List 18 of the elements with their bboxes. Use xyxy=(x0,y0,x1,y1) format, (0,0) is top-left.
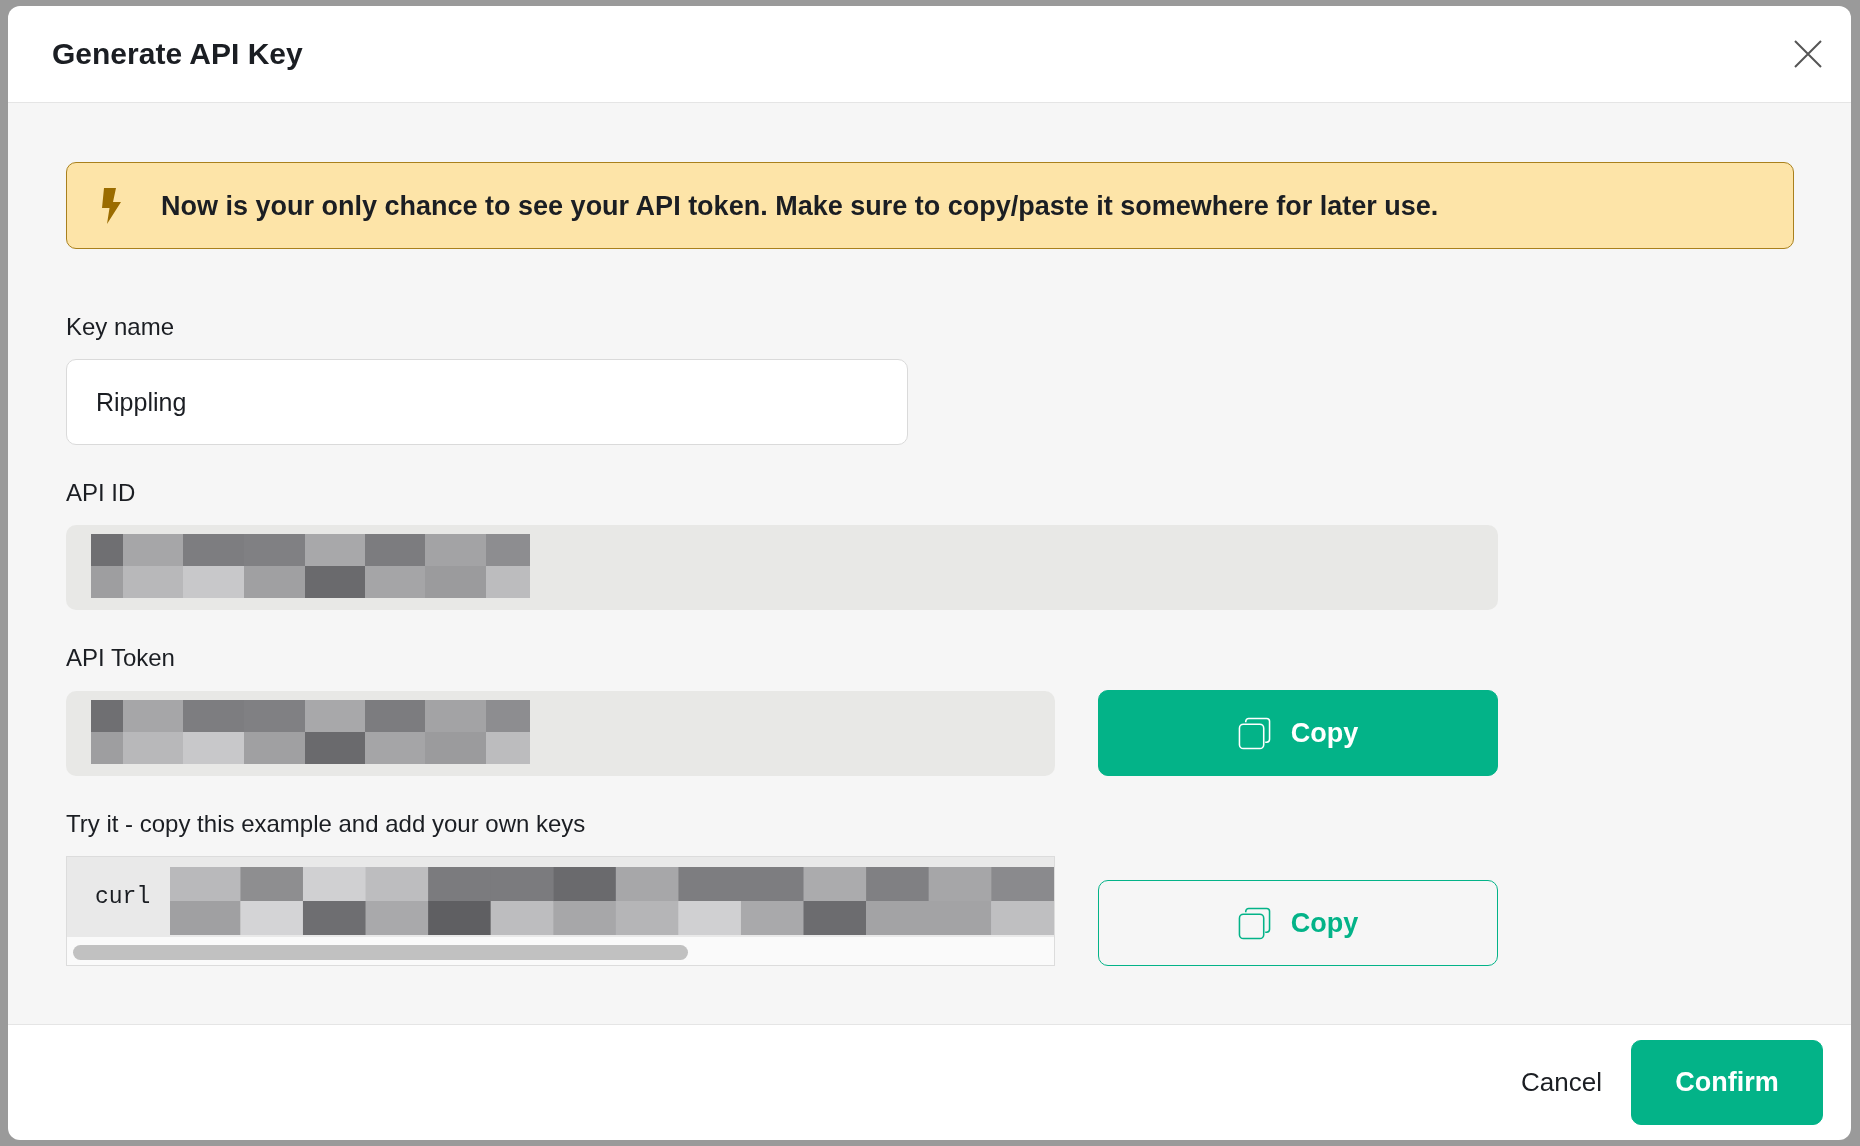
field-label: API ID xyxy=(66,478,136,508)
code-text: curl xyxy=(95,883,151,912)
confirm-button[interactable]: Confirm xyxy=(1631,1039,1823,1125)
close-button[interactable] xyxy=(1794,40,1822,68)
field-label: Try it - copy this example and add your own keys xyxy=(66,809,586,839)
copy-icon xyxy=(1237,906,1271,940)
field-label: API Token xyxy=(66,643,175,673)
notice-text: Now is your only chance to see your API token. Make sure to copy/paste it somewhere for later use. xyxy=(161,189,1439,222)
cancel-button[interactable]: Cancel xyxy=(1521,1066,1602,1098)
lightning-bolt-icon xyxy=(100,187,122,224)
copy-icon xyxy=(1237,716,1271,750)
copy-button[interactable]: Copy xyxy=(1098,690,1498,776)
field-label: Key name xyxy=(66,312,175,342)
scrollbar-thumb[interactable] xyxy=(73,945,688,960)
dialog-title: Generate API Key xyxy=(52,36,303,72)
text-input-field[interactable]: Rippling xyxy=(66,359,908,445)
close-icon xyxy=(1794,40,1822,68)
copy-button[interactable]: Copy xyxy=(1098,880,1498,966)
